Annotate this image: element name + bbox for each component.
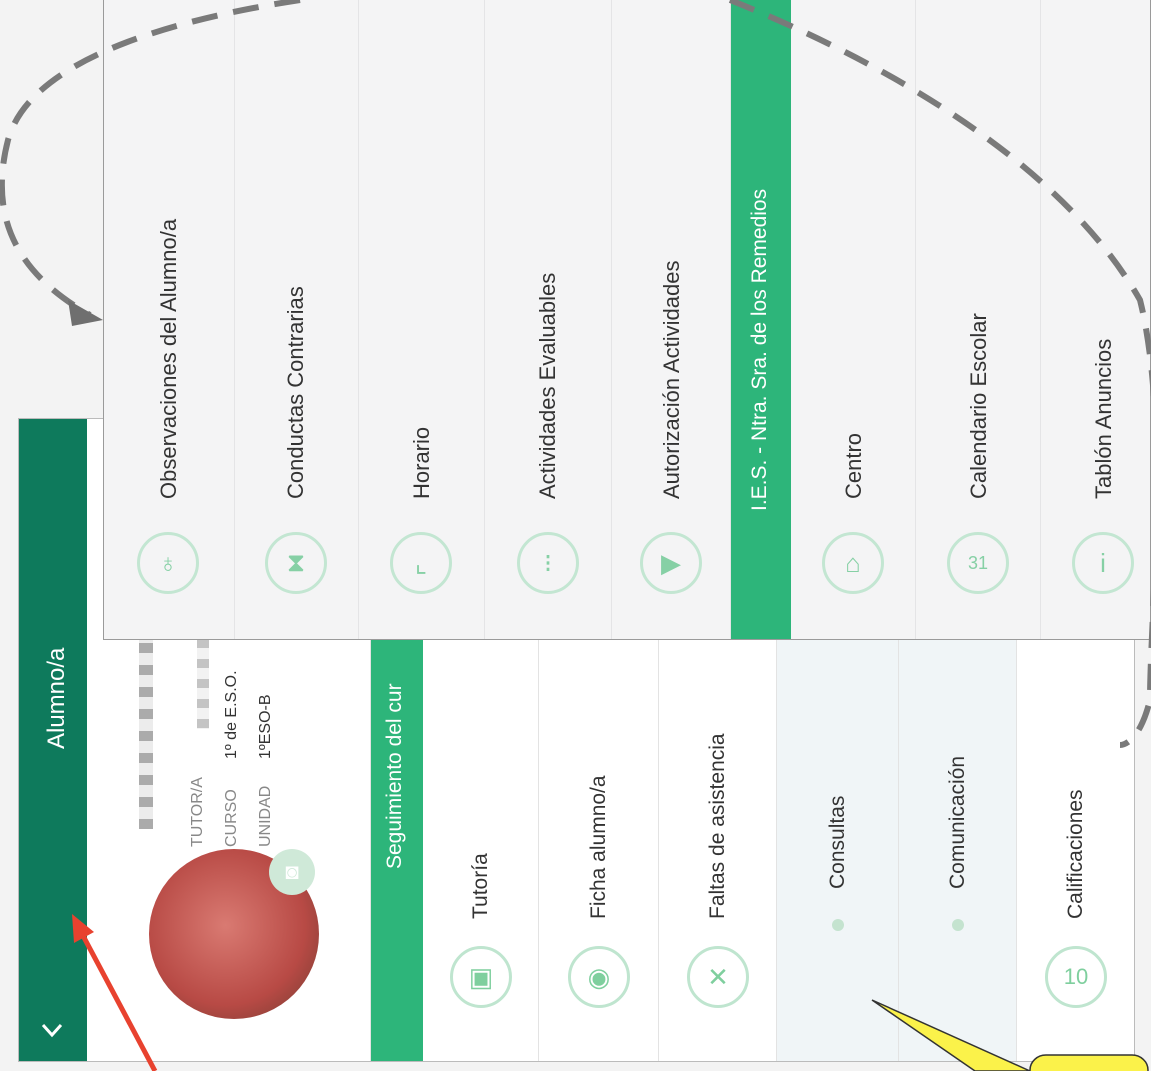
camera-icon[interactable]: ◙ [269, 849, 315, 895]
menu-item-conductas[interactable]: ⧗ Conductas Contrarias [235, 0, 359, 639]
ticket-icon: ▶ [640, 532, 702, 594]
item-label: Comunicación [946, 755, 969, 889]
curso-label: CURSO [223, 789, 240, 847]
menu-item-centro[interactable]: ⌂ Centro [791, 0, 916, 639]
item-label: Tutoría [469, 853, 492, 919]
unidad-label: UNIDAD [257, 785, 274, 847]
menu-item-label: Calendario Escolar [966, 313, 991, 499]
building-icon: ⌂ [822, 532, 884, 594]
magnifier-icon: ♁ [137, 532, 199, 594]
hourglass-icon: ⧗ [265, 532, 327, 594]
item-label: Faltas de asistencia [706, 733, 729, 919]
bullet-icon [832, 919, 844, 931]
header-bar: Alumno/a [19, 419, 87, 1061]
item-label: Ficha alumno/a [587, 775, 610, 919]
bullet-icon [952, 919, 964, 931]
menu-item-calendario[interactable]: 31 Calendario Escolar [916, 0, 1041, 639]
x-icon: ✕ [687, 946, 749, 1008]
item-label: Consultas [826, 795, 849, 889]
list-icon: ⁝ [517, 532, 579, 594]
menu-item-observaciones[interactable]: ♁ Observaciones del Alumno/a [104, 0, 235, 639]
tutor-label: TUTOR/A [189, 777, 206, 847]
menu-item-label: Observaciones del Alumno/a [156, 218, 181, 499]
school-header-label: I.E.S. - Ntra. Sra. de los Remedios [748, 188, 771, 511]
menu-item-tablon[interactable]: i Tablón Anuncios [1041, 0, 1150, 639]
menu-item-autorizacion[interactable]: ▶ Autorización Actividades [612, 0, 731, 639]
section-tab-label: Seguimiento del cur [383, 683, 406, 869]
item-label: Calificaciones [1064, 789, 1087, 919]
menu-item-label: Centro [841, 432, 866, 499]
submenu-panel: ♁ Observaciones del Alumno/a ⧗ Conductas… [103, 0, 1151, 640]
menu-item-label: Autorización Actividades [659, 260, 684, 499]
menu-item-label: Tablón Anuncios [1091, 338, 1116, 499]
school-header: I.E.S. - Ntra. Sra. de los Remedios [731, 0, 791, 639]
profile-icon: ◉ [568, 946, 630, 1008]
dashed-arrow-head [68, 300, 103, 326]
menu-item-label: Horario [409, 426, 434, 499]
curso-value: 1º de E.S.O. [223, 670, 240, 759]
menu-item-horario[interactable]: ⌞ Horario [359, 0, 485, 639]
header-title: Alumno/a [43, 647, 70, 749]
menu-item-label: Conductas Contrarias [283, 286, 308, 499]
person-card-icon: ▣ [450, 946, 512, 1008]
menu-item-actividades-evaluables[interactable]: ⁝ Actividades Evaluables [485, 0, 612, 639]
info-icon: i [1072, 532, 1134, 594]
clock-icon: ⌞ [390, 532, 452, 594]
ten-icon: 10 [1045, 946, 1107, 1008]
chevron-down-icon[interactable] [37, 1015, 67, 1045]
calendar-icon: 31 [947, 532, 1009, 594]
unidad-value: 1ºESO-B [257, 694, 274, 759]
menu-item-label: Actividades Evaluables [535, 272, 560, 499]
